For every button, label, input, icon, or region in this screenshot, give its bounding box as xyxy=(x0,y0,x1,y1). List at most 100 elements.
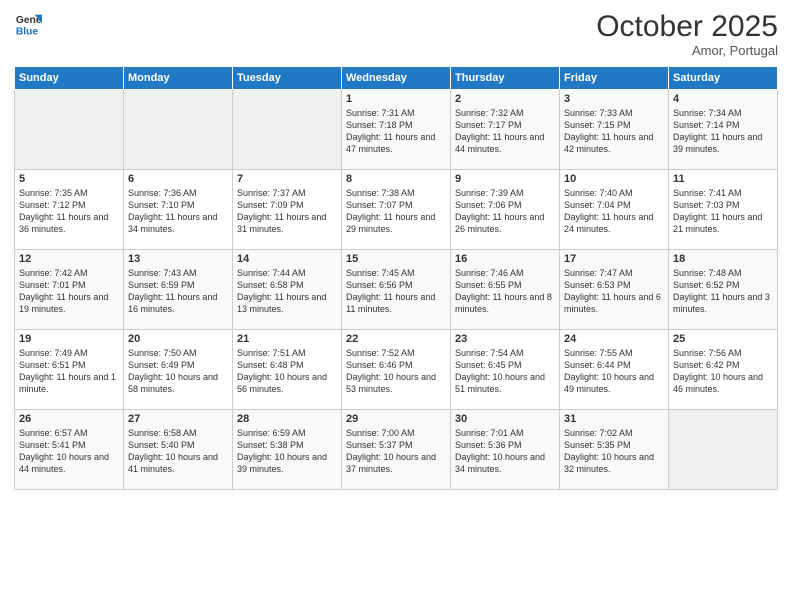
table-row: 3 Sunrise: 7:33 AM Sunset: 7:15 PM Daylig… xyxy=(560,90,669,170)
day-info: Sunrise: 7:33 AM Sunset: 7:15 PM Dayligh… xyxy=(564,107,664,156)
day-info: Sunrise: 7:44 AM Sunset: 6:58 PM Dayligh… xyxy=(237,267,337,316)
table-row: 2Sunrise: 7:32 AM Sunset: 7:17 PM Daylig… xyxy=(451,90,560,170)
day-info: Sunrise: 7:42 AM Sunset: 7:01 PM Dayligh… xyxy=(19,267,119,316)
day-number: 20 xyxy=(128,333,228,345)
table-row: 8Sunrise: 7:38 AM Sunset: 7:07 PM Daylig… xyxy=(342,170,451,250)
day-info: Sunrise: 7:40 AM Sunset: 7:04 PM Dayligh… xyxy=(564,187,664,236)
day-info: Sunrise: 6:57 AM Sunset: 5:41 PM Dayligh… xyxy=(19,427,119,476)
day-number: 28 xyxy=(237,413,337,425)
logo-icon: General Blue xyxy=(14,10,42,38)
table-row: 29 Sunrise: 7:00 AM Sunset: 5:37 PM Dayli… xyxy=(342,410,451,490)
table-row: 23 Sunrise: 7:54 AM Sunset: 6:45 PM Dayli… xyxy=(451,330,560,410)
calendar-week-row: 12Sunrise: 7:42 AM Sunset: 7:01 PM Dayli… xyxy=(15,250,778,330)
table-row xyxy=(669,410,778,490)
day-number: 31 xyxy=(564,413,664,425)
day-number: 23 xyxy=(455,333,555,345)
day-number: 11 xyxy=(673,173,773,185)
table-row: 20 Sunrise: 7:50 AM Sunset: 6:49 PM Dayli… xyxy=(124,330,233,410)
day-info: Sunrise: 7:37 AM Sunset: 7:09 PM Dayligh… xyxy=(237,187,337,236)
day-number: 5 xyxy=(19,173,119,185)
day-info: Sunrise: 6:59 AM Sunset: 5:38 PM Dayligh… xyxy=(237,427,337,476)
day-number: 19 xyxy=(19,333,119,345)
col-tuesday: Tuesday xyxy=(233,67,342,90)
table-row: 6 Sunrise: 7:36 AM Sunset: 7:10 PM Daylig… xyxy=(124,170,233,250)
table-row: 18 Sunrise: 7:48 AM Sunset: 6:52 PM Dayli… xyxy=(669,250,778,330)
day-number: 21 xyxy=(237,333,337,345)
col-friday: Friday xyxy=(560,67,669,90)
day-info: Sunrise: 7:51 AM Sunset: 6:48 PM Dayligh… xyxy=(237,347,337,396)
day-info: Sunrise: 7:39 AM Sunset: 7:06 PM Dayligh… xyxy=(455,187,555,236)
table-row: 16 Sunrise: 7:46 AM Sunset: 6:55 PM Dayli… xyxy=(451,250,560,330)
day-info: Sunrise: 7:02 AM Sunset: 5:35 PM Dayligh… xyxy=(564,427,664,476)
table-row xyxy=(15,90,124,170)
day-number: 3 xyxy=(564,93,664,105)
location-subtitle: Amor, Portugal xyxy=(596,43,778,58)
day-info: Sunrise: 7:50 AM Sunset: 6:49 PM Dayligh… xyxy=(128,347,228,396)
table-row: 7Sunrise: 7:37 AM Sunset: 7:09 PM Daylig… xyxy=(233,170,342,250)
col-wednesday: Wednesday xyxy=(342,67,451,90)
calendar-week-row: 1 Sunrise: 7:31 AM Sunset: 7:18 PM Daylig… xyxy=(15,90,778,170)
day-number: 29 xyxy=(346,413,446,425)
day-info: Sunrise: 7:32 AM Sunset: 7:17 PM Dayligh… xyxy=(455,107,555,156)
col-thursday: Thursday xyxy=(451,67,560,90)
table-row: 10 Sunrise: 7:40 AM Sunset: 7:04 PM Dayli… xyxy=(560,170,669,250)
calendar-header-row: Sunday Monday Tuesday Wednesday Thursday… xyxy=(15,67,778,90)
day-number: 15 xyxy=(346,253,446,265)
day-number: 26 xyxy=(19,413,119,425)
day-number: 10 xyxy=(564,173,664,185)
table-row xyxy=(233,90,342,170)
table-row xyxy=(124,90,233,170)
table-row: 15 Sunrise: 7:45 AM Sunset: 6:56 PM Dayli… xyxy=(342,250,451,330)
day-info: Sunrise: 7:56 AM Sunset: 6:42 PM Dayligh… xyxy=(673,347,773,396)
day-number: 22 xyxy=(346,333,446,345)
table-row: 11Sunrise: 7:41 AM Sunset: 7:03 PM Dayli… xyxy=(669,170,778,250)
day-number: 27 xyxy=(128,413,228,425)
calendar-table: Sunday Monday Tuesday Wednesday Thursday… xyxy=(14,66,778,490)
day-number: 16 xyxy=(455,253,555,265)
table-row: 9 Sunrise: 7:39 AM Sunset: 7:06 PM Daylig… xyxy=(451,170,560,250)
table-row: 21 Sunrise: 7:51 AM Sunset: 6:48 PM Dayli… xyxy=(233,330,342,410)
day-info: Sunrise: 7:31 AM Sunset: 7:18 PM Dayligh… xyxy=(346,107,446,156)
col-monday: Monday xyxy=(124,67,233,90)
table-row: 5 Sunrise: 7:35 AM Sunset: 7:12 PM Daylig… xyxy=(15,170,124,250)
table-row: 13 Sunrise: 7:43 AM Sunset: 6:59 PM Dayli… xyxy=(124,250,233,330)
table-row: 22Sunrise: 7:52 AM Sunset: 6:46 PM Dayli… xyxy=(342,330,451,410)
table-row: 19 Sunrise: 7:49 AM Sunset: 6:51 PM Dayli… xyxy=(15,330,124,410)
day-info: Sunrise: 7:55 AM Sunset: 6:44 PM Dayligh… xyxy=(564,347,664,396)
month-title: October 2025 xyxy=(596,10,778,43)
table-row: 14 Sunrise: 7:44 AM Sunset: 6:58 PM Dayli… xyxy=(233,250,342,330)
day-number: 14 xyxy=(237,253,337,265)
day-info: Sunrise: 7:38 AM Sunset: 7:07 PM Dayligh… xyxy=(346,187,446,236)
day-info: Sunrise: 7:43 AM Sunset: 6:59 PM Dayligh… xyxy=(128,267,228,316)
day-info: Sunrise: 7:45 AM Sunset: 6:56 PM Dayligh… xyxy=(346,267,446,316)
table-row: 24Sunrise: 7:55 AM Sunset: 6:44 PM Dayli… xyxy=(560,330,669,410)
day-info: Sunrise: 7:35 AM Sunset: 7:12 PM Dayligh… xyxy=(19,187,119,236)
col-sunday: Sunday xyxy=(15,67,124,90)
calendar-week-row: 26 Sunrise: 6:57 AM Sunset: 5:41 PM Dayli… xyxy=(15,410,778,490)
day-info: Sunrise: 7:00 AM Sunset: 5:37 PM Dayligh… xyxy=(346,427,446,476)
table-row: 28 Sunrise: 6:59 AM Sunset: 5:38 PM Dayli… xyxy=(233,410,342,490)
page-header: General Blue October 2025 Amor, Portugal xyxy=(14,10,778,58)
table-row: 26 Sunrise: 6:57 AM Sunset: 5:41 PM Dayli… xyxy=(15,410,124,490)
table-row: 27Sunrise: 6:58 AM Sunset: 5:40 PM Dayli… xyxy=(124,410,233,490)
day-number: 1 xyxy=(346,93,446,105)
col-saturday: Saturday xyxy=(669,67,778,90)
logo: General Blue xyxy=(14,10,42,38)
day-number: 9 xyxy=(455,173,555,185)
day-info: Sunrise: 7:48 AM Sunset: 6:52 PM Dayligh… xyxy=(673,267,773,316)
day-number: 17 xyxy=(564,253,664,265)
table-row: 4Sunrise: 7:34 AM Sunset: 7:14 PM Daylig… xyxy=(669,90,778,170)
day-info: Sunrise: 7:46 AM Sunset: 6:55 PM Dayligh… xyxy=(455,267,555,316)
day-info: Sunrise: 7:34 AM Sunset: 7:14 PM Dayligh… xyxy=(673,107,773,156)
day-number: 18 xyxy=(673,253,773,265)
day-number: 13 xyxy=(128,253,228,265)
day-info: Sunrise: 7:54 AM Sunset: 6:45 PM Dayligh… xyxy=(455,347,555,396)
day-number: 6 xyxy=(128,173,228,185)
day-info: Sunrise: 7:49 AM Sunset: 6:51 PM Dayligh… xyxy=(19,347,119,396)
svg-text:Blue: Blue xyxy=(16,26,39,37)
day-info: Sunrise: 7:47 AM Sunset: 6:53 PM Dayligh… xyxy=(564,267,664,316)
day-number: 30 xyxy=(455,413,555,425)
table-row: 12Sunrise: 7:42 AM Sunset: 7:01 PM Dayli… xyxy=(15,250,124,330)
table-row: 1 Sunrise: 7:31 AM Sunset: 7:18 PM Daylig… xyxy=(342,90,451,170)
day-info: Sunrise: 7:36 AM Sunset: 7:10 PM Dayligh… xyxy=(128,187,228,236)
